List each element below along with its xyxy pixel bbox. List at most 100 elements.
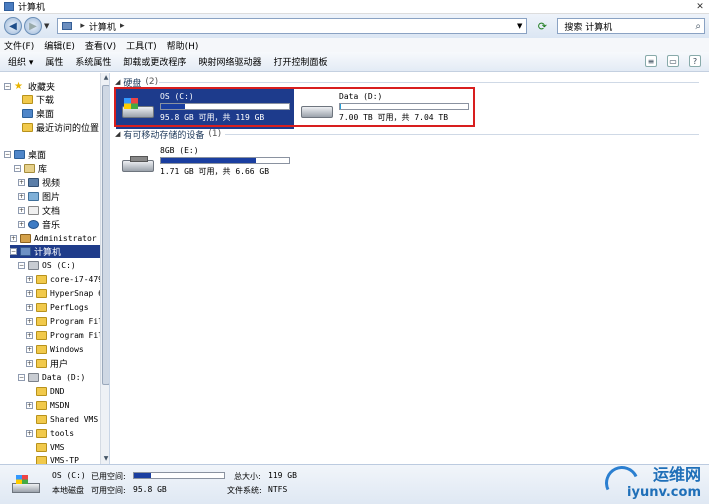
expand-icon[interactable]: + <box>26 276 33 283</box>
tree-item-videos[interactable]: + 视频 <box>18 176 60 189</box>
folder-icon <box>22 95 33 104</box>
expand-icon[interactable]: + <box>26 430 33 437</box>
menu-tools[interactable]: 工具(T) <box>126 39 157 52</box>
address-segment[interactable]: 计算机 <box>89 20 116 33</box>
menu-help[interactable]: 帮助(H) <box>167 39 199 52</box>
recent-pages-dropdown-icon[interactable]: ▼ <box>44 22 49 30</box>
properties-button[interactable]: 属性 <box>45 55 63 68</box>
menu-file[interactable]: 文件(F) <box>4 39 34 52</box>
menu-edit[interactable]: 编辑(E) <box>44 39 75 52</box>
expand-icon[interactable]: + <box>26 346 33 353</box>
expand-icon[interactable]: + <box>18 207 25 214</box>
expand-icon[interactable]: + <box>18 179 25 186</box>
group-hard-drives[interactable]: ◢ 硬盘 (2) <box>115 76 705 89</box>
drive-tile-d[interactable]: Data (D:) 7.00 TB 可用，共 7.04 TB <box>295 89 473 129</box>
tree-item-downloads[interactable]: 下载 <box>22 93 54 106</box>
tree-item-music[interactable]: + 音乐 <box>18 218 60 231</box>
drive-icon <box>28 261 39 270</box>
chevron-right-icon[interactable]: ▸ <box>80 21 85 31</box>
tree-item-drive-d[interactable]: − Data (D:) <box>18 371 85 384</box>
search-icon[interactable]: ⌕ <box>695 21 701 32</box>
collapse-icon[interactable]: − <box>18 374 25 381</box>
organize-button[interactable]: 组织 ▾ <box>8 55 33 68</box>
scroll-down-icon[interactable]: ▼ <box>101 454 109 464</box>
folder-icon <box>36 317 47 326</box>
tree-item-folder[interactable]: + MSDN <box>26 399 69 412</box>
expand-icon[interactable]: + <box>18 193 25 200</box>
tree-item-desktop[interactable]: − 桌面 <box>4 148 46 161</box>
tree-item-folder[interactable]: VMS <box>36 441 64 454</box>
collapse-icon[interactable]: − <box>4 83 11 90</box>
user-folder-icon <box>20 234 31 243</box>
details-drive-name: OS (C:) <box>52 471 86 480</box>
tree-item-folder[interactable]: Shared VMS <box>36 413 98 426</box>
tree-item-folder[interactable]: VMS-TP <box>36 454 79 464</box>
folder-icon <box>36 387 47 396</box>
tree-item-folder[interactable]: + core-i7-4790 <box>26 273 108 286</box>
close-button[interactable]: ✕ <box>693 1 707 13</box>
tree-item-folder[interactable]: + Program Files <box>26 329 109 342</box>
search-placeholder: 搜索 计算机 <box>564 22 613 33</box>
open-control-panel-button[interactable]: 打开控制面板 <box>273 55 327 68</box>
tree-item-libraries[interactable]: − 库 <box>14 162 47 175</box>
expand-icon[interactable]: + <box>26 290 33 297</box>
change-view-icon[interactable]: ≡ <box>645 55 657 67</box>
tree-item-drive-c[interactable]: − OS (C:) <box>18 259 76 272</box>
tree-item-recent-places[interactable]: 最近访问的位置 <box>22 121 99 134</box>
expand-icon[interactable]: + <box>26 402 33 409</box>
collapse-icon[interactable]: − <box>4 151 11 158</box>
collapse-icon[interactable]: − <box>10 248 17 255</box>
expand-icon[interactable]: + <box>26 304 33 311</box>
collapse-icon[interactable]: − <box>14 165 21 172</box>
tree-item-folder[interactable]: DND <box>36 385 64 398</box>
tree-item-administrator[interactable]: + Administrator <box>10 232 97 245</box>
address-dropdown-icon[interactable]: ▼ <box>517 22 522 30</box>
tree-item-folder[interactable]: + tools <box>26 427 74 440</box>
expand-icon[interactable]: + <box>26 360 33 367</box>
collapse-group-icon[interactable]: ◢ <box>115 78 120 86</box>
address-bar[interactable]: ▸ 计算机 ▸ ▼ <box>57 18 528 34</box>
content-pane: ◢ 硬盘 (2) OS (C:) 95.8 GB 可用，共 119 GB Dat… <box>111 73 709 464</box>
details-fs-value: NTFS <box>268 485 288 494</box>
tree-item-computer[interactable]: − 计算机 <box>10 245 100 258</box>
details-free-label: 可用空间: <box>91 486 126 495</box>
tree-item-folder[interactable]: + HyperSnap 6 <box>26 287 103 300</box>
tree-item-folder[interactable]: + Program Files <box>26 315 109 328</box>
tree-item-pictures[interactable]: + 图片 <box>18 190 60 203</box>
expand-icon[interactable]: + <box>26 318 33 325</box>
tree-item-documents[interactable]: + 文档 <box>18 204 60 217</box>
details-total-value: 119 GB <box>268 471 297 480</box>
expand-icon[interactable]: + <box>18 221 25 228</box>
scroll-up-icon[interactable]: ▲ <box>101 73 109 83</box>
expand-icon[interactable]: + <box>10 235 17 242</box>
drive-name: Data (D:) <box>339 92 383 101</box>
details-free-value: 95.8 GB <box>133 485 167 494</box>
group-removable-devices[interactable]: ◢ 有可移动存储的设备 (1) <box>115 128 705 141</box>
drive-tile-c[interactable]: OS (C:) 95.8 GB 可用，共 119 GB <box>116 89 294 129</box>
drive-name: OS (C:) <box>160 92 194 101</box>
tree-item-folder[interactable]: + 用户 <box>26 357 68 370</box>
collapse-group-icon[interactable]: ◢ <box>115 130 120 138</box>
search-input[interactable]: 搜索 计算机 ⌕ <box>557 18 705 34</box>
nav-scrollbar[interactable]: ▲ ▼ <box>100 73 109 464</box>
tree-item-favorites[interactable]: − ★ 收藏夹 <box>4 80 55 93</box>
usb-drive-icon <box>120 152 154 174</box>
chevron-right-icon[interactable]: ▸ <box>120 21 125 31</box>
folder-icon <box>36 289 47 298</box>
help-icon[interactable]: ? <box>689 55 701 67</box>
collapse-icon[interactable]: − <box>18 262 25 269</box>
refresh-button[interactable]: ⟳ <box>533 18 551 34</box>
tree-item-folder[interactable]: + Windows <box>26 343 84 356</box>
preview-pane-icon[interactable]: ▭ <box>667 55 679 67</box>
tree-item-desktop-fav[interactable]: 桌面 <box>22 107 54 120</box>
map-network-drive-button[interactable]: 映射网络驱动器 <box>198 55 261 68</box>
scrollbar-thumb[interactable] <box>102 85 109 385</box>
system-properties-button[interactable]: 系统属性 <box>75 55 111 68</box>
forward-button[interactable]: ▶ <box>24 17 42 35</box>
drive-tile-e[interactable]: 8GB (E:) 1.71 GB 可用，共 6.66 GB <box>116 143 294 183</box>
back-button[interactable]: ◀ <box>4 17 22 35</box>
uninstall-program-button[interactable]: 卸载或更改程序 <box>123 55 186 68</box>
expand-icon[interactable]: + <box>26 332 33 339</box>
tree-item-folder[interactable]: + PerfLogs <box>26 301 89 314</box>
menu-view[interactable]: 查看(V) <box>85 39 116 52</box>
